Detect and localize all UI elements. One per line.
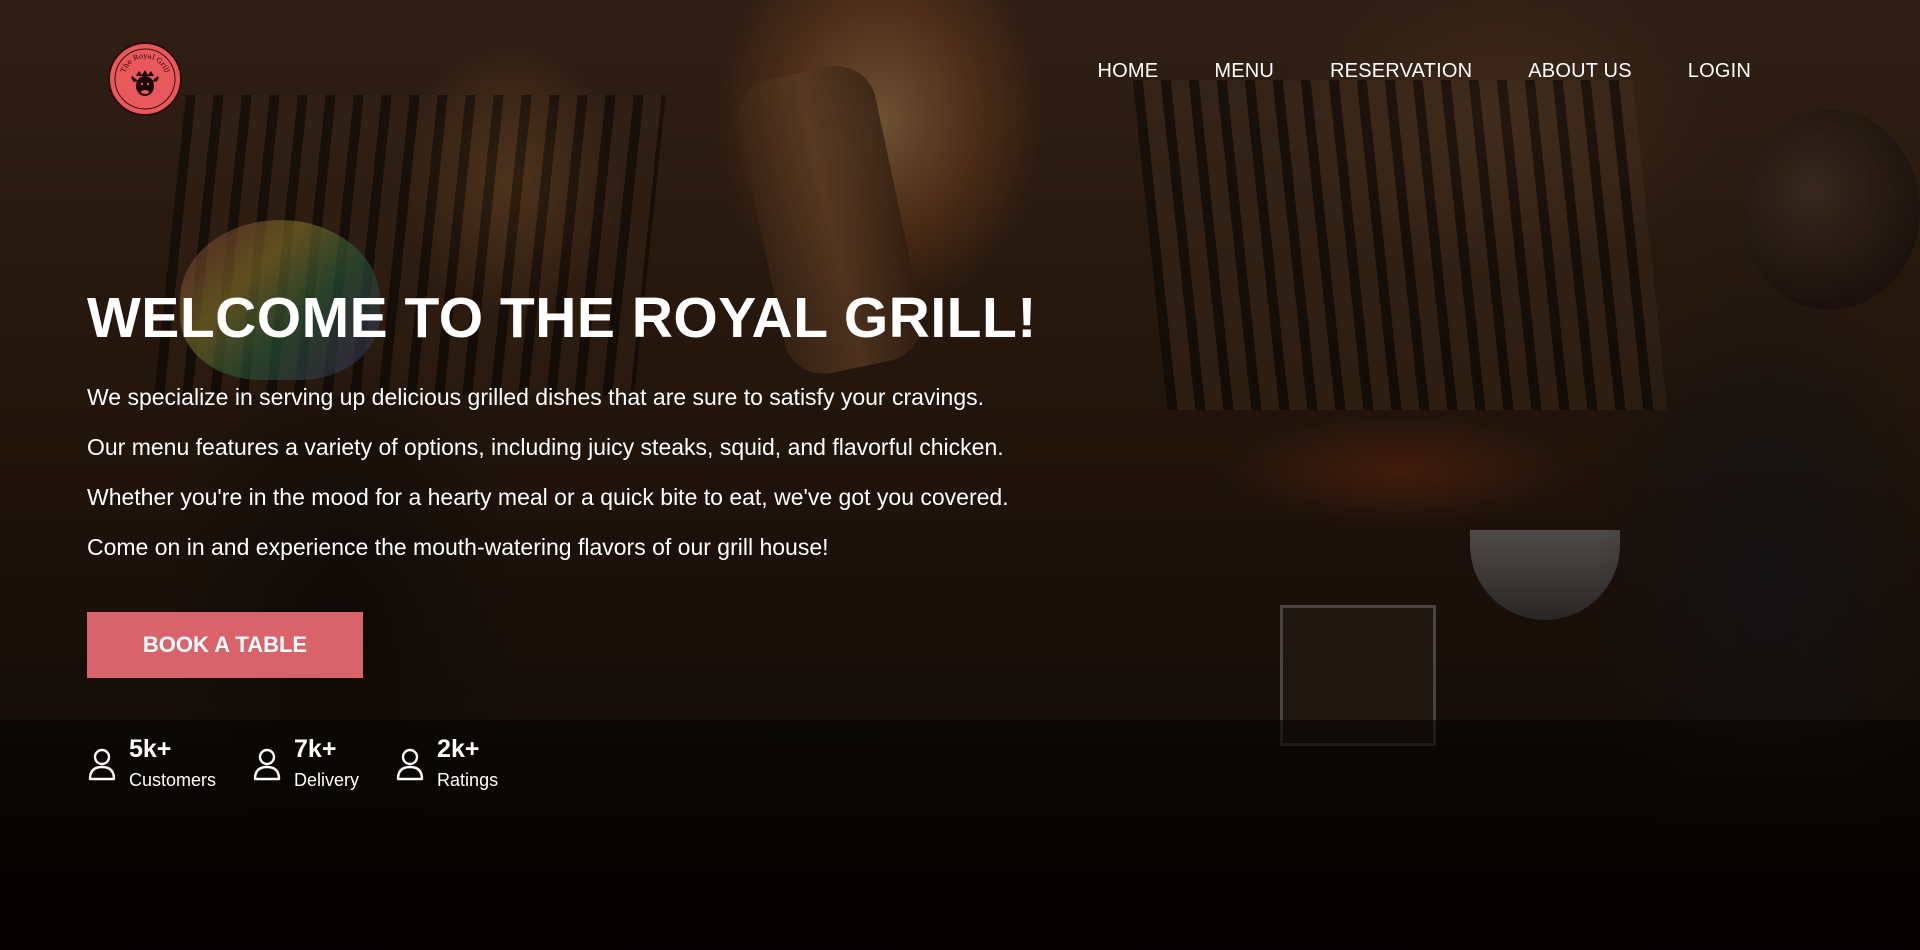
hero-content: WELCOME TO THE ROYAL GRILL! We specializ… xyxy=(87,285,1037,584)
stat-delivery-label: Delivery xyxy=(294,770,360,790)
stat-customers-value: 5k+ xyxy=(129,735,172,763)
royal-grill-logo[interactable]: The Royal Grill xyxy=(108,42,182,116)
nav-about-us[interactable]: ABOUT US xyxy=(1528,59,1631,83)
stat-ratings-value: 2k+ xyxy=(437,735,480,763)
hero-paragraph-1: We specialize in serving up delicious gr… xyxy=(87,384,984,410)
nav-home[interactable]: HOME xyxy=(1098,59,1159,83)
hero-section: The Royal Grill HOME MENU RESERVATION AB… xyxy=(0,0,1920,950)
nav-menu[interactable]: MENU xyxy=(1214,59,1274,83)
bull-crown-logo-icon: The Royal Grill xyxy=(114,48,176,110)
hero-paragraph-4: Come on in and experience the mouth-wate… xyxy=(87,534,829,560)
nav-reservation[interactable]: RESERVATION xyxy=(1330,59,1472,83)
user-icon xyxy=(396,748,424,781)
nav-login[interactable]: LOGIN xyxy=(1688,59,1751,83)
main-navigation: HOME MENU RESERVATION ABOUT US LOGIN xyxy=(1042,59,1751,83)
user-icon xyxy=(253,748,281,781)
stat-ratings: 2k+ Ratings xyxy=(395,735,498,791)
stat-delivery: 7k+ Delivery xyxy=(252,735,359,791)
stat-ratings-label: Ratings xyxy=(437,770,499,790)
hero-paragraph-3: Whether you're in the mood for a hearty … xyxy=(87,484,1009,510)
book-a-table-button[interactable]: BOOK A TABLE xyxy=(87,612,363,678)
stat-delivery-value: 7k+ xyxy=(294,735,337,763)
stats-row: 5k+ Customers 7k+ Delivery 2k+ Ratings xyxy=(87,735,534,791)
stat-customers: 5k+ Customers xyxy=(87,735,216,791)
hero-title: WELCOME TO THE ROYAL GRILL! xyxy=(87,286,1037,350)
stat-customers-label: Customers xyxy=(129,770,217,790)
user-icon xyxy=(88,748,116,781)
hero-paragraph-2: Our menu features a variety of options, … xyxy=(87,434,1004,460)
hero-description: We specialize in serving up delicious gr… xyxy=(87,384,1037,560)
